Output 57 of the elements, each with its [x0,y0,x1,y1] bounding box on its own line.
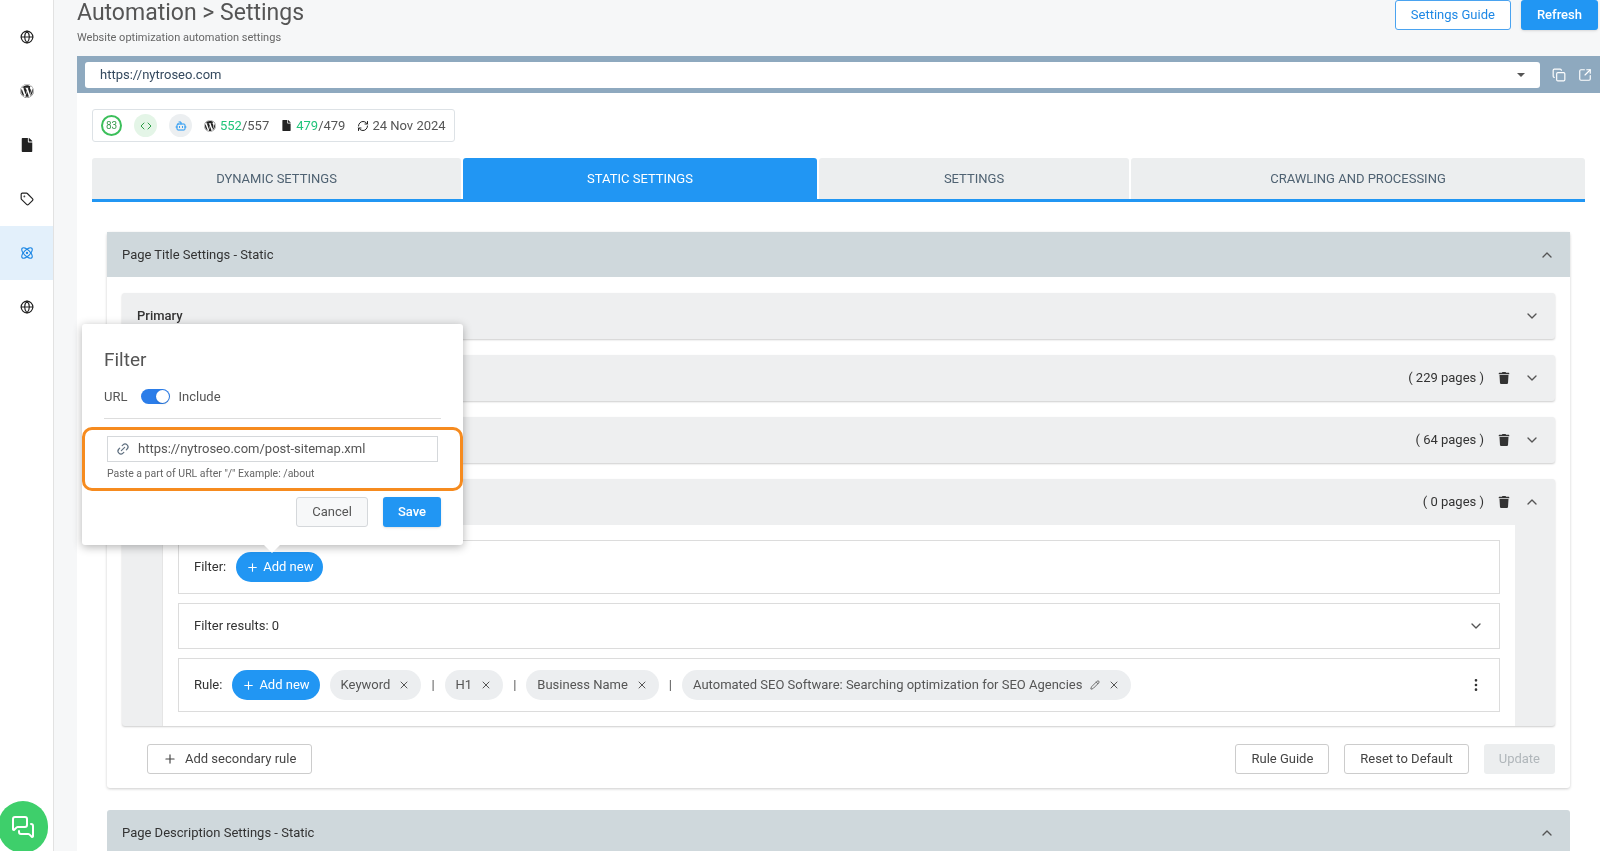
filter-label: Filter: [194,558,227,577]
atom-icon [19,246,34,260]
rule-chip[interactable]: Keyword [329,670,422,700]
file-icon [281,120,293,131]
page-count: ( 0 pages ) [1422,493,1484,512]
plus-icon [242,678,256,692]
rule-chip[interactable]: H1 [444,670,504,700]
page-subtitle: Website optimization automation settings [77,30,283,46]
chip-label: Business Name [537,676,628,695]
tag-icon [19,192,34,206]
page-count: ( 229 pages ) [1408,369,1484,388]
url-input[interactable]: https://nytroseo.com/post-sitemap.xml [107,436,438,462]
plus-icon [246,560,260,574]
wordpress-count: 552/557 [220,116,270,135]
add-secondary-rule-button[interactable]: Add secondary rule [147,744,313,774]
input-hint: Paste a part of URL after "/" Example: /about [107,466,316,482]
primary-panel[interactable]: Primary [122,293,1555,339]
section-header[interactable]: Page Title Settings - Static [107,232,1570,277]
bot-icon [174,119,187,132]
chip-label: Keyword [340,676,391,695]
reset-default-button[interactable]: Reset to Default [1344,744,1469,774]
pages-count: 479/479 [296,116,346,135]
trash-icon[interactable] [1498,434,1510,446]
settings-tab[interactable]: SETTINGS [819,158,1129,199]
sync-date: 24 Nov 2024 [372,116,446,135]
section-header[interactable]: Page Description Settings - Static [107,810,1570,851]
chip-label: H1 [455,676,473,695]
separator: | [668,676,673,695]
separator: | [431,676,435,695]
rule-label: Rule: [194,676,223,695]
trash-icon[interactable] [1498,372,1510,384]
settings-tab[interactable]: CRAWLING AND PROCESSING [1131,158,1585,199]
settings-guide-button[interactable]: Settings Guide [1394,0,1511,30]
wordpress-icon [204,119,216,132]
page-title: Automation > Settings [77,0,304,26]
chip-label: Automated SEO Software: Searching optimization for SEO Agencies [693,676,1083,695]
include-toggle[interactable] [141,388,171,404]
site-select[interactable]: https://nytroseo.com [85,61,1540,88]
sync-icon [357,119,370,132]
trash-icon[interactable] [1498,496,1510,508]
file-icon [19,138,34,152]
page-count: ( 64 pages ) [1415,431,1484,450]
wordpress-icon [19,84,34,98]
globe-icon [19,30,34,44]
globe-icon [19,300,34,314]
pencil-icon[interactable] [1090,680,1101,690]
score-badge: 83 [101,115,122,136]
separator: | [513,676,517,695]
settings-tab[interactable]: DYNAMIC SETTINGS [92,158,461,199]
dropdown-caret-icon [1517,72,1525,77]
rule-chip[interactable]: Business Name [526,670,659,700]
plus-icon [163,752,177,766]
filter-results-row[interactable]: Filter results: 0 [178,603,1500,649]
rule-chip[interactable]: Automated SEO Software: Searching optimization for SEO Agencies [682,670,1132,700]
rule-guide-button[interactable]: Rule Guide [1235,744,1330,774]
cancel-button[interactable]: Cancel [296,496,368,527]
chat-icon [11,815,35,839]
